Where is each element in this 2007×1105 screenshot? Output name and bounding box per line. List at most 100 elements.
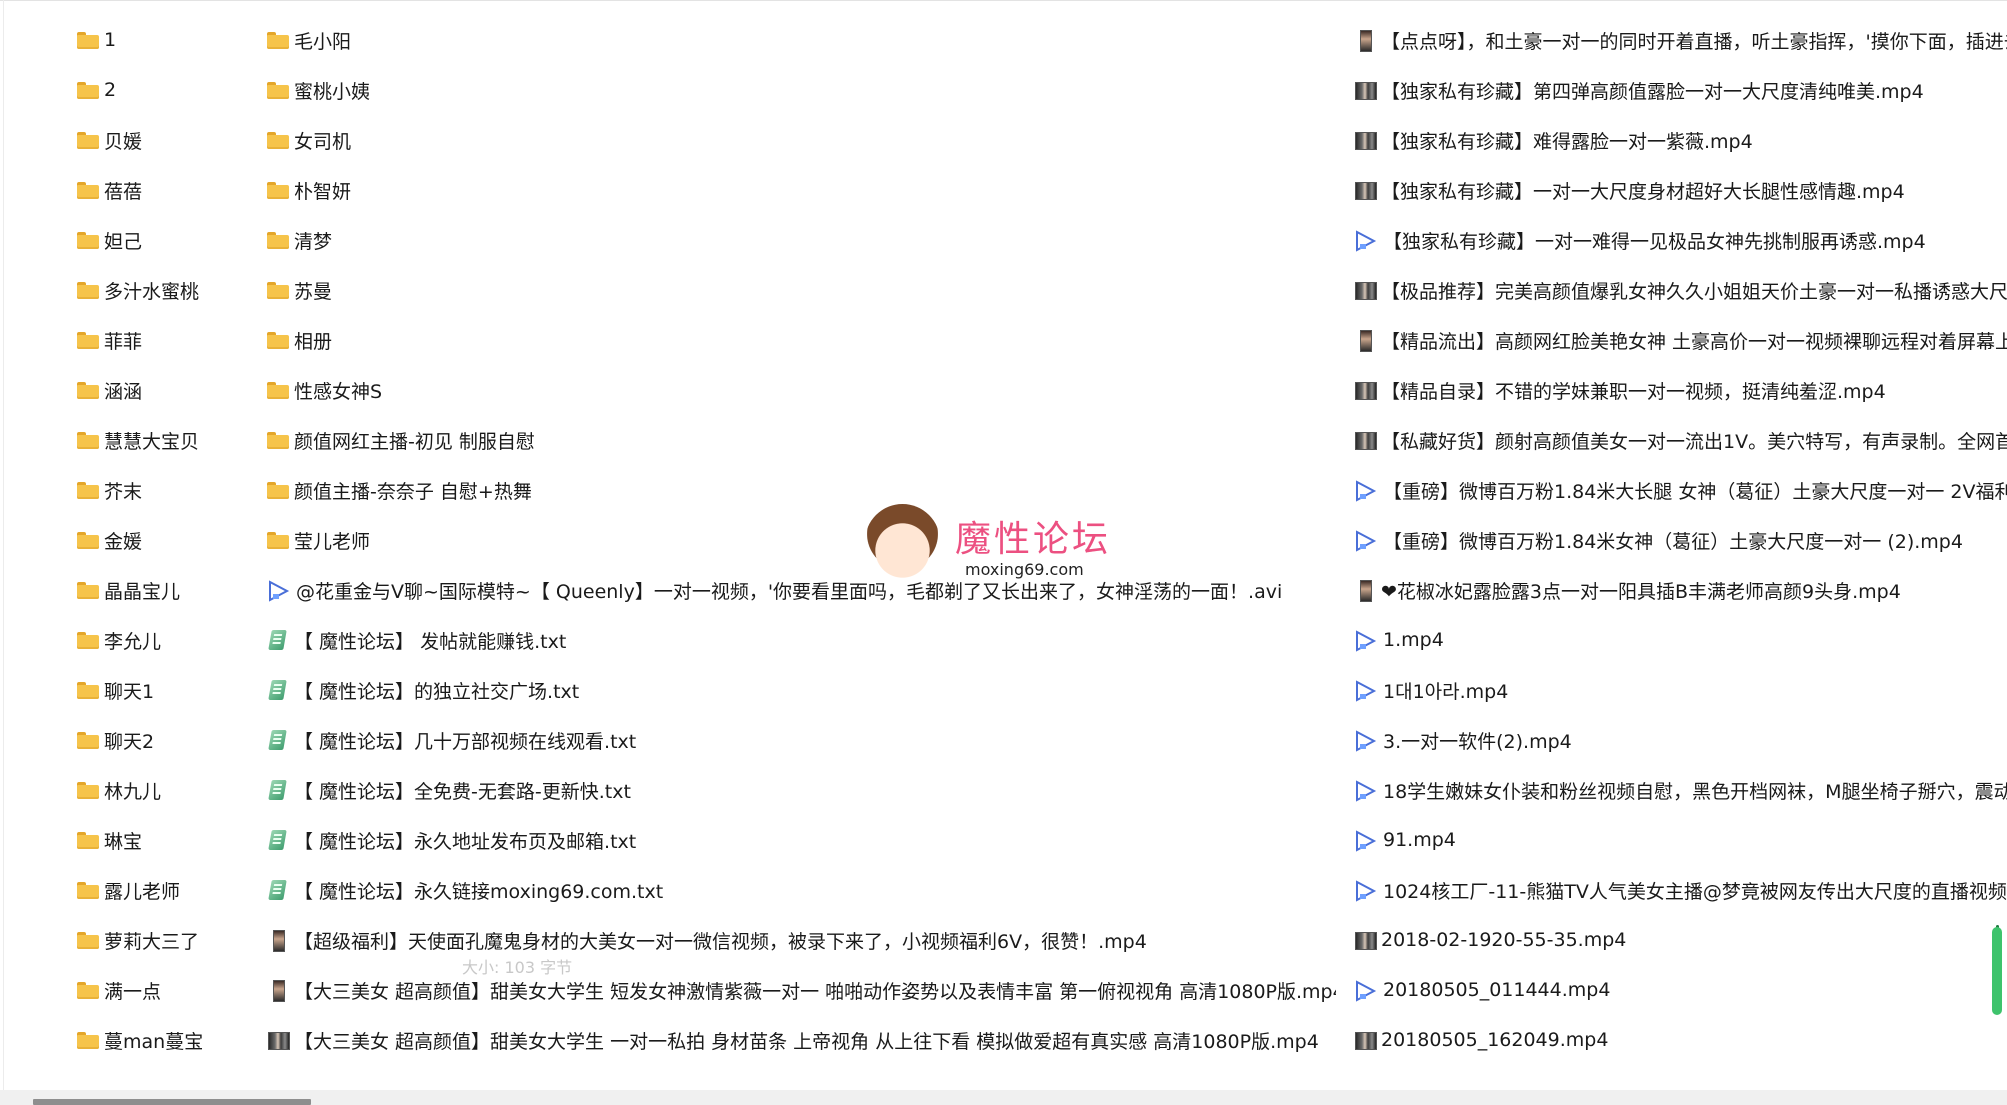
file-item[interactable]: 萝莉大三了 (76, 915, 246, 965)
file-item[interactable]: 【独家私有珍藏】一对一大尺度身材超好大长腿性感情趣.mp4 (1353, 165, 2007, 215)
file-item[interactable]: 【 魔性论坛】永久地址发布页及邮箱.txt (266, 815, 1336, 865)
file-item[interactable]: 【独家私有珍藏】难得露脸一对一紫薇.mp4 (1353, 115, 2007, 165)
file-item[interactable]: 【重磅】微博百万粉1.84米女神（葛征）土豪大尺度一对一 (2).mp4 (1353, 515, 2007, 565)
file-item[interactable]: 【重磅】微博百万粉1.84米大长腿 女神（葛征）土豪大尺度一对一 2V福利流出 (1353, 465, 2007, 515)
file-item[interactable]: 聊天1 (76, 665, 246, 715)
file-name-label: 【 魔性论坛】 发帖就能赚钱.txt (294, 630, 567, 653)
file-item[interactable]: 【 魔性论坛】的独立社交广场.txt (266, 665, 1336, 715)
file-name-label: 【点点呀】，和土豪一对一的同时开着直播，听土豪指挥，'摸你下面，插进去， (1381, 30, 2007, 53)
file-name-label: 1대1아라.mp4 (1383, 680, 1509, 703)
horizontal-scroll-thumb[interactable] (33, 1099, 311, 1105)
file-item[interactable]: 朴智妍 (266, 165, 1336, 215)
file-item[interactable]: 聊天2 (76, 715, 246, 765)
file-name-label: 2018-02-1920-55-35.mp4 (1381, 929, 1627, 951)
file-item[interactable]: ❤花椒冰妃露脸露3点一对一阳具插B丰满老师高颜9头身.mp4 (1353, 565, 2007, 615)
file-item[interactable]: 露儿老师 (76, 865, 246, 915)
file-item[interactable]: 颜值网红主播-初见 制服自慰 (266, 415, 1336, 465)
file-item[interactable]: 20180505_162049.mp4 (1353, 1015, 2007, 1065)
folder-icon (76, 79, 100, 101)
file-item[interactable]: 20180505_011444.mp4 (1353, 965, 2007, 1015)
file-item[interactable]: 满一点 (76, 965, 246, 1015)
file-item[interactable]: 2 (76, 65, 246, 115)
file-item[interactable]: 多汁水蜜桃 (76, 265, 246, 315)
file-item[interactable]: 【点点呀】，和土豪一对一的同时开着直播，听土豪指挥，'摸你下面，插进去， (1353, 15, 2007, 65)
file-item[interactable]: 【精品自录】不错的学妹兼职一对一视频，挺清纯羞涩.mp4 (1353, 365, 2007, 415)
file-item[interactable]: 清梦 (266, 215, 1336, 265)
folder-icon (266, 279, 290, 301)
folder-icon (266, 79, 290, 101)
file-name-label: 【 魔性论坛】几十万部视频在线观看.txt (294, 730, 637, 753)
file-item[interactable]: 涵涵 (76, 365, 246, 415)
vertical-scroll-thumb[interactable] (1992, 927, 2002, 1015)
folder-icon (76, 379, 100, 401)
file-item[interactable]: 慧慧大宝贝 (76, 415, 246, 465)
file-item[interactable]: 【 魔性论坛】全免费-无套路-更新快.txt (266, 765, 1336, 815)
file-item[interactable]: 性感女神S (266, 365, 1336, 415)
file-item[interactable]: 蓓蓓 (76, 165, 246, 215)
file-item[interactable]: 1.mp4 (1353, 615, 2007, 665)
file-name-label: 李允儿 (104, 630, 162, 653)
file-item[interactable]: 苏曼 (266, 265, 1336, 315)
file-item[interactable]: 【大三美女 超高颜值】甜美女大学生 一对一私拍 身材苗条 上帝视角 从上往下看 … (266, 1015, 1336, 1065)
file-item[interactable]: 芥末 (76, 465, 246, 515)
thumb-icon (1353, 79, 1377, 101)
file-item[interactable]: 【大三美女 超高颜值】甜美女大学生 短发女神激情紫薇一对一 啪啪动作姿势以及表情… (266, 965, 1336, 1015)
file-item[interactable]: 琳宝 (76, 815, 246, 865)
thumb-icon (1353, 129, 1377, 151)
file-item[interactable]: 【独家私有珍藏】一对一难得一见极品女神先挑制服再诱惑.mp4 (1353, 215, 2007, 265)
file-item[interactable]: 【 魔性论坛】 发帖就能赚钱.txt (266, 615, 1336, 665)
file-item[interactable]: 蔓man蔓宝 (76, 1015, 246, 1065)
file-item[interactable]: 1024核工厂-11-熊猫TV人气美女主播@梦竟被网友传出大尺度的直播视频恰到 (1353, 865, 2007, 915)
file-item[interactable]: 颜值主播-奈奈子 自慰+热舞 (266, 465, 1336, 515)
file-name-label: 【 魔性论坛】永久链接moxing69.com.txt (294, 880, 664, 903)
file-item[interactable]: 女司机 (266, 115, 1336, 165)
file-item[interactable]: 【超级福利】天使面孔魔鬼身材的大美女一对一微信视频，被录下来了，小视频福利6V，… (266, 915, 1336, 965)
folder-icon (266, 529, 290, 551)
file-name-label: 颜值主播-奈奈子 自慰+热舞 (294, 480, 532, 503)
file-column-3: 【点点呀】，和土豪一对一的同时开着直播，听土豪指挥，'摸你下面，插进去， 【独家私… (1353, 15, 2007, 1065)
file-item[interactable]: 91.mp4 (1353, 815, 2007, 865)
folder-icon (76, 729, 100, 751)
file-column-2: 毛小阳 蜜桃小姨 女司机 朴智妍 清梦 苏曼 相册性感女神S 颜值网红主播-初见 制服自慰颜值… (266, 15, 1336, 1065)
file-item[interactable]: 金媛 (76, 515, 246, 565)
file-item[interactable]: 李允儿 (76, 615, 246, 665)
file-name-label: 萝莉大三了 (104, 930, 200, 953)
file-item[interactable]: 3.一对一软件(2).mp4 (1353, 715, 2007, 765)
file-name-label: 林九儿 (104, 780, 162, 803)
thumb-icon (1353, 429, 1377, 451)
file-item[interactable]: 【极品推荐】完美高颜值爆乳女神久久小姐姐天价土豪一对一私播诱惑大尺度， (1353, 265, 2007, 315)
file-item[interactable]: 【 魔性论坛】几十万部视频在线观看.txt (266, 715, 1336, 765)
folder-icon (76, 929, 100, 951)
file-name-label: 【超级福利】天使面孔魔鬼身材的大美女一对一微信视频，被录下来了，小视频福利6V，… (294, 930, 1147, 953)
txt-icon (266, 829, 290, 851)
file-item[interactable]: 【精品流出】高颜网红脸美艳女神 土豪高价一对一视频裸聊远程对着屏幕上发骚 (1353, 315, 2007, 365)
file-item[interactable]: 【独家私有珍藏】第四弹高颜值露脸一对一大尺度清纯唯美.mp4 (1353, 65, 2007, 115)
video-icon (1353, 829, 1379, 852)
file-item[interactable]: 【私藏好货】颜射高颜值美女一对一流出1V。美穴特写，有声录制。全网首发。 (1353, 415, 2007, 465)
file-item[interactable]: 18学生嫩妹女仆装和粉丝视频自慰，黑色开档网袜，M腿坐椅子掰穴，震动假屌 (1353, 765, 2007, 815)
file-item[interactable]: 相册 (266, 315, 1336, 365)
file-item[interactable]: 【 魔性论坛】永久链接moxing69.com.txt (266, 865, 1336, 915)
file-item[interactable]: 妲己 (76, 215, 246, 265)
left-border (3, 0, 4, 1090)
folder-icon (266, 329, 290, 351)
video-icon (1353, 529, 1379, 552)
file-name-label: 性感女神S (294, 380, 383, 403)
file-item[interactable]: 菲菲 (76, 315, 246, 365)
file-item[interactable]: 2018-02-1920-55-35.mp4 (1353, 915, 2007, 965)
file-item[interactable]: 林九儿 (76, 765, 246, 815)
file-name-label: 【 魔性论坛】的独立社交广场.txt (294, 680, 580, 703)
video-icon (1353, 479, 1379, 502)
file-item[interactable]: 莹儿老师 (266, 515, 1336, 565)
file-item[interactable]: 1 (76, 15, 246, 65)
file-name-label: 20180505_011444.mp4 (1383, 979, 1611, 1001)
folder-icon (76, 329, 100, 351)
file-item[interactable]: 1대1아라.mp4 (1353, 665, 2007, 715)
file-item[interactable]: @花重金与V聊~国际模特~【 Queenly】一对一视频，'你要看里面吗，毛都剃… (266, 565, 1336, 615)
file-item[interactable]: 贝媛 (76, 115, 246, 165)
file-item[interactable]: 晶晶宝儿 (76, 565, 246, 615)
txt-icon (266, 879, 290, 901)
file-item[interactable]: 蜜桃小姨 (266, 65, 1336, 115)
file-name-label: 【精品自录】不错的学妹兼职一对一视频，挺清纯羞涩.mp4 (1381, 380, 1886, 403)
file-item[interactable]: 毛小阳 (266, 15, 1336, 65)
